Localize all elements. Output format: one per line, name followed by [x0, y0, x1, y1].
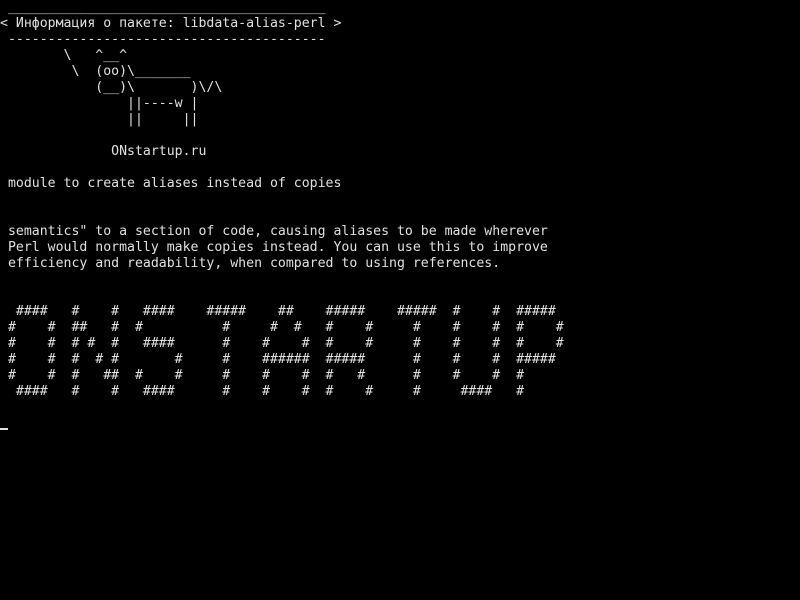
cow-art-line: (__)\ )\/\ — [0, 80, 223, 95]
speech-bubble-bottom-border: ---------------------------------------- — [0, 32, 326, 47]
package-description-line: semantics" to a section of code, causing… — [0, 224, 548, 239]
cow-art-line: || || — [0, 112, 199, 127]
terminal-screen[interactable]: ________________________________________… — [0, 0, 800, 600]
package-summary: module to create aliases instead of copi… — [0, 176, 342, 191]
cow-art-line: ||----w | — [0, 96, 199, 111]
banner-art-line: #### # # #### # # # # # # #### # — [0, 384, 525, 399]
cow-art-line: \ ^__^ — [0, 48, 128, 63]
banner-art-line: # # # # # # # ###### ##### # # # ##### — [0, 352, 556, 367]
banner-art-line: # # # ## # # # # # # # # # # # — [0, 368, 525, 383]
speech-bubble-top-border: ________________________________________ — [0, 0, 326, 15]
speech-bubble-text: < Информация о пакете: libdata-alias-per… — [0, 16, 342, 31]
text-cursor — [0, 428, 8, 430]
banner-art-line: # # ## # # # # # # # # # # # # — [0, 320, 564, 335]
package-description-line: efficiency and readability, when compare… — [0, 256, 501, 271]
banner-art-line: # # # # # #### # # # # # # # # # # — [0, 336, 564, 351]
banner-art-line: #### # # #### ##### ## ##### ##### # # #… — [0, 304, 556, 319]
cow-art-line: \ (oo)\_______ — [0, 64, 191, 79]
package-description-line: Perl would normally make copies instead.… — [0, 240, 548, 255]
site-label: ONstartup.ru — [0, 144, 207, 159]
